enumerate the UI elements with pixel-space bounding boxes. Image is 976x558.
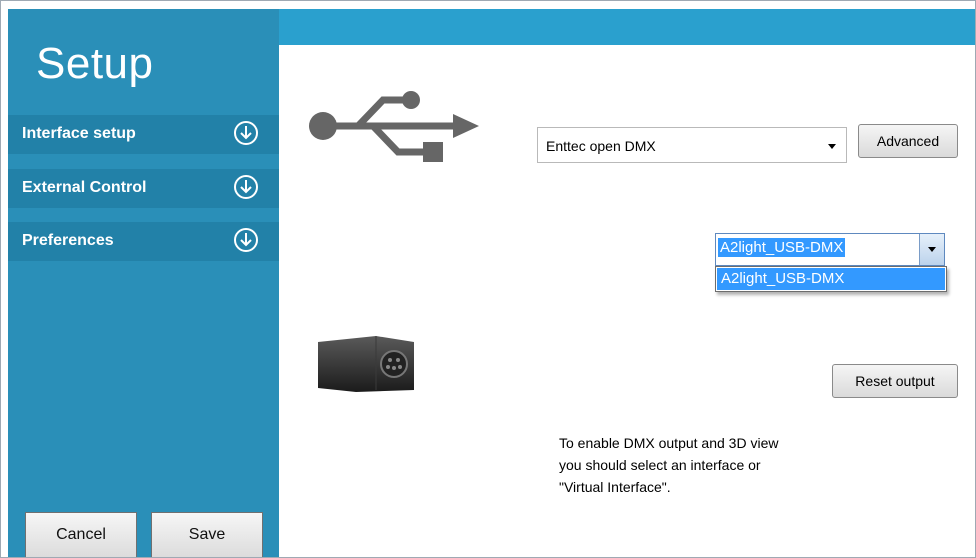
chevron-down-icon	[928, 247, 936, 252]
sidebar-title: Setup	[36, 39, 154, 88]
usb-icon	[303, 86, 483, 171]
nav-item-external-control[interactable]: External Control	[8, 169, 279, 208]
save-button[interactable]: Save	[151, 512, 263, 558]
dropdown-button[interactable]	[919, 234, 944, 265]
interface-hint-text: To enable DMX output and 3D view you sho…	[559, 432, 889, 498]
interface-select-value: Enttec open DMX	[546, 138, 656, 154]
hint-line: To enable DMX output and 3D view	[559, 435, 779, 451]
nav-item-label: External Control	[22, 179, 147, 196]
dmx-device-image	[316, 334, 416, 399]
nav-item-label: Interface setup	[22, 125, 136, 142]
top-bar	[279, 9, 976, 45]
interface-select[interactable]: Enttec open DMX	[537, 127, 847, 163]
device-dropdown-list: A2light_USB-DMX	[715, 266, 947, 292]
nav-item-preferences[interactable]: Preferences	[8, 222, 279, 261]
dropdown-option[interactable]: A2light_USB-DMX	[717, 268, 945, 290]
hint-line: you should select an interface or	[559, 457, 761, 473]
cancel-button[interactable]: Cancel	[25, 512, 137, 558]
nav-item-interface-setup[interactable]: Interface setup	[8, 115, 279, 154]
device-combo-value: A2light_USB-DMX	[718, 238, 846, 257]
device-combo[interactable]: A2light_USB-DMX	[715, 233, 945, 266]
chevron-down-icon	[828, 144, 836, 149]
arrow-down-circle-icon[interactable]	[234, 121, 258, 145]
arrow-down-circle-icon[interactable]	[234, 228, 258, 252]
advanced-button[interactable]: Advanced	[858, 124, 958, 158]
nav-item-label: Preferences	[22, 232, 114, 249]
hint-line: "Virtual Interface".	[559, 479, 671, 495]
reset-output-button[interactable]: Reset output	[832, 364, 958, 398]
sidebar: Setup Interface setup External Control P…	[8, 9, 279, 558]
arrow-down-circle-icon[interactable]	[234, 175, 258, 199]
